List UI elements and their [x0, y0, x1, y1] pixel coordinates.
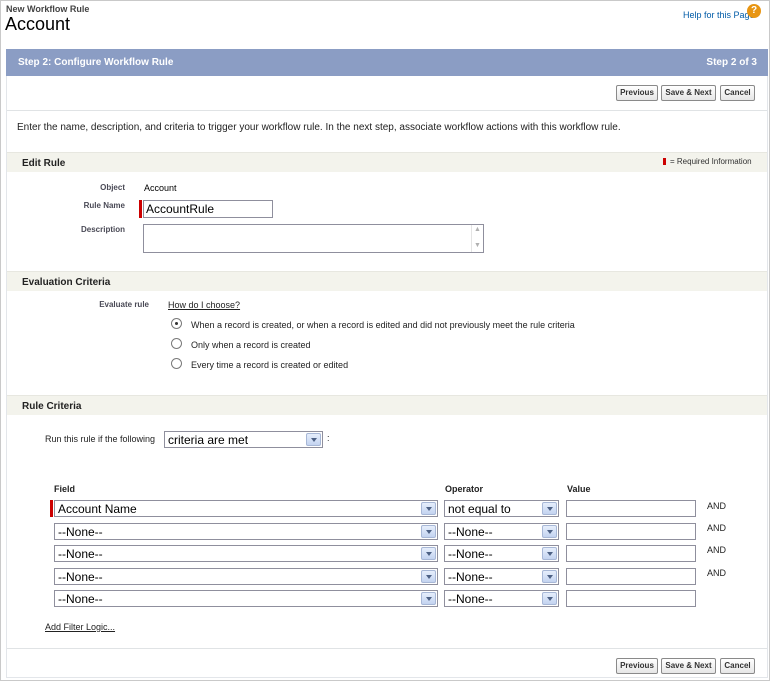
field-select-value: --None-- [58, 592, 103, 606]
required-indicator [663, 158, 666, 165]
page-title: Account [5, 14, 71, 34]
value-input[interactable] [566, 568, 696, 585]
radio-label: When a record is created, or when a reco… [191, 320, 575, 330]
operator-select[interactable]: --None-- [444, 545, 559, 562]
operator-select-value: --None-- [448, 525, 493, 539]
section-heading: Edit Rule [22, 158, 66, 169]
chevron-down-icon[interactable] [421, 525, 436, 538]
radio-label: Every time a record is created or edited [191, 360, 349, 370]
and-label: AND [707, 523, 727, 533]
field-select-value: --None-- [58, 525, 103, 539]
breadcrumb: New Workflow Rule [6, 4, 90, 14]
field-select[interactable]: Account Name [54, 500, 438, 517]
value-input[interactable] [566, 545, 696, 562]
intro-text: Enter the name, description, and criteri… [17, 122, 621, 133]
rule-name-label: Rule Name [83, 201, 125, 210]
value-input[interactable] [566, 590, 696, 607]
save-next-button-bottom[interactable]: Save & Next [661, 658, 716, 674]
chevron-down-icon[interactable] [542, 592, 557, 605]
criteria-select-value: criteria are met [168, 433, 249, 447]
operator-select[interactable]: --None-- [444, 590, 559, 607]
section-heading: Rule Criteria [22, 401, 82, 412]
rule-criteria-section-header: Rule Criteria [7, 395, 767, 415]
required-bar [139, 200, 142, 218]
description-textarea[interactable]: ▲ ▼ [143, 224, 484, 253]
divider [7, 648, 767, 649]
required-bar [50, 500, 53, 517]
and-label: AND [707, 501, 727, 511]
section-heading: Evaluation Criteria [22, 277, 111, 288]
step-bar: Step 2: Configure Workflow Rule Step 2 o… [6, 49, 768, 76]
object-label: Object [100, 183, 125, 192]
and-label: AND [707, 545, 727, 555]
operator-column-header: Operator [445, 484, 484, 494]
and-label: AND [707, 568, 727, 578]
field-select[interactable]: --None-- [54, 523, 438, 540]
divider [7, 110, 767, 111]
field-select[interactable]: --None-- [54, 590, 438, 607]
radio-created-or-edited-not-met[interactable] [171, 318, 182, 329]
value-input[interactable] [566, 500, 696, 517]
run-rule-label: Run this rule if the following [45, 434, 156, 444]
operator-select-value: not equal to [448, 502, 511, 516]
field-select[interactable]: --None-- [54, 568, 438, 585]
operator-select-value: --None-- [448, 592, 493, 606]
colon: : [327, 433, 330, 443]
radio-every-time[interactable] [171, 358, 182, 369]
field-select-value: Account Name [58, 502, 137, 516]
cancel-button-bottom[interactable]: Cancel [720, 658, 755, 674]
how-do-i-choose-link[interactable]: How do I choose? [168, 300, 240, 310]
operator-select[interactable]: --None-- [444, 523, 559, 540]
cancel-button-top[interactable]: Cancel [720, 85, 755, 101]
chevron-down-icon[interactable] [421, 502, 436, 515]
textarea-scrollbar[interactable]: ▲ ▼ [471, 225, 483, 252]
step-counter: Step 2 of 3 [706, 57, 757, 68]
chevron-down-icon[interactable] [542, 502, 557, 515]
help-link[interactable]: Help for this Page [683, 10, 755, 20]
evaluate-rule-label: Evaluate rule [99, 300, 149, 309]
question-icon[interactable]: ? [747, 4, 761, 18]
previous-button-bottom[interactable]: Previous [616, 658, 658, 674]
criteria-select[interactable]: criteria are met [164, 431, 323, 448]
field-select-value: --None-- [58, 547, 103, 561]
operator-select-value: --None-- [448, 547, 493, 561]
radio-label: Only when a record is created [191, 340, 311, 350]
scroll-down-icon[interactable]: ▼ [474, 242, 481, 249]
radio-only-created[interactable] [171, 338, 182, 349]
chevron-down-icon[interactable] [542, 570, 557, 583]
chevron-down-icon[interactable] [421, 547, 436, 560]
object-value: Account [144, 183, 177, 193]
operator-select[interactable]: --None-- [444, 568, 559, 585]
field-select[interactable]: --None-- [54, 545, 438, 562]
chevron-down-icon[interactable] [421, 570, 436, 583]
value-input[interactable] [566, 523, 696, 540]
edit-rule-section-header: Edit Rule [7, 152, 767, 172]
operator-select-value: --None-- [448, 570, 493, 584]
field-column-header: Field [54, 484, 76, 494]
field-select-value: --None-- [58, 570, 103, 584]
scroll-up-icon[interactable]: ▲ [474, 226, 481, 233]
chevron-down-icon[interactable] [542, 547, 557, 560]
value-column-header: Value [567, 484, 591, 494]
chevron-down-icon[interactable] [421, 592, 436, 605]
operator-select[interactable]: not equal to [444, 500, 559, 517]
step-title: Step 2: Configure Workflow Rule [18, 57, 174, 68]
chevron-down-icon[interactable] [306, 433, 321, 446]
chevron-down-icon[interactable] [542, 525, 557, 538]
rule-name-input[interactable]: AccountRule [143, 200, 273, 218]
save-next-button-top[interactable]: Save & Next [661, 85, 716, 101]
evaluation-section-header: Evaluation Criteria [7, 271, 767, 291]
add-filter-logic-link[interactable]: Add Filter Logic... [45, 622, 115, 632]
previous-button-top[interactable]: Previous [616, 85, 658, 101]
description-label: Description [80, 225, 125, 234]
required-info-text: = Required Information [670, 157, 752, 166]
